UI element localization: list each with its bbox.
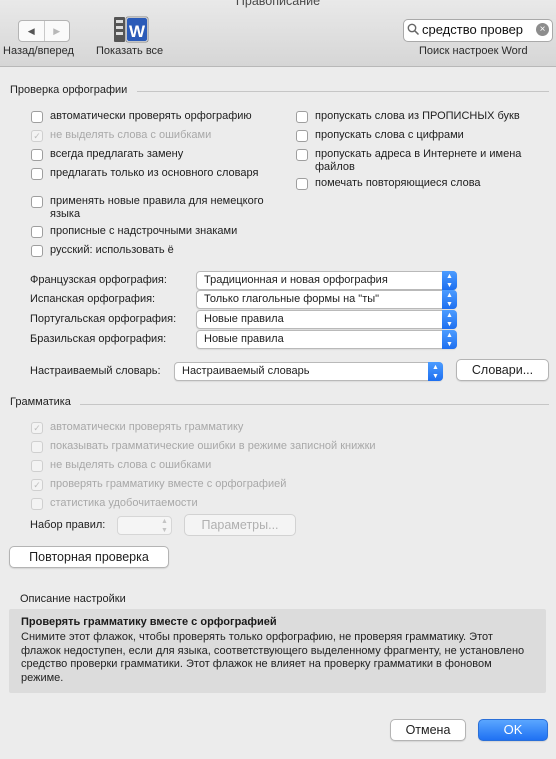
checkbox-ignore-urls[interactable]: пропускать адреса в Интернете и имена фа… xyxy=(296,148,546,174)
checkbox-box[interactable] xyxy=(31,226,43,238)
select-value: Новые правила xyxy=(204,313,284,325)
spelling-section-title: Проверка орфографии xyxy=(10,84,128,96)
checkbox-label: проверять грамматику вместе с орфографие… xyxy=(50,478,287,490)
checkbox-readability-stats: статистика удобочитаемости xyxy=(31,497,531,510)
checkbox-label: не выделять слова с ошибками xyxy=(50,459,212,471)
checkbox-german-rules[interactable]: применять новые правила для немецкого яз… xyxy=(31,195,281,221)
checkbox-label: русский: использовать ё xyxy=(50,244,174,256)
show-all-label: Показать все xyxy=(96,45,164,57)
checkbox-box[interactable] xyxy=(296,111,308,123)
spanish-spelling-label: Испанская орфография: xyxy=(30,293,156,305)
checkbox-label: всегда предлагать замену xyxy=(50,148,184,160)
checkbox-label: применять новые правила для немецкого яз… xyxy=(50,195,264,220)
spelling-section-divider xyxy=(137,91,549,92)
checkbox-ignore-numbers[interactable]: пропускать слова с цифрами xyxy=(296,129,546,142)
checkbox-accented-uppercase[interactable]: прописные с надстрочными знаками xyxy=(31,225,281,238)
description-section-title: Описание настройки xyxy=(20,593,126,605)
clear-circle-icon[interactable]: × xyxy=(536,23,549,36)
brazilian-spelling-select[interactable]: Новые правила ▲ ▼ xyxy=(196,330,457,349)
search-value[interactable]: средство провер xyxy=(422,22,523,37)
chevron-right-icon[interactable]: ▶ xyxy=(43,21,70,41)
checkbox-label: прописные с надстрочными знаками xyxy=(50,225,238,237)
checkbox-hide-grammar-errors: не выделять слова с ошибками xyxy=(31,459,531,472)
checkbox-checkmark-icon: ✓ xyxy=(31,422,43,434)
checkbox-box xyxy=(31,498,43,510)
settings-search-input[interactable]: средство провер × xyxy=(403,19,553,42)
description-panel: Проверять грамматику вместе с орфографие… xyxy=(9,609,546,693)
select-value: Традиционная и новая орфография xyxy=(204,274,388,286)
checkbox-russian-yo[interactable]: русский: использовать ё xyxy=(31,244,281,257)
checkbox-box xyxy=(31,441,43,453)
checkbox-box[interactable] xyxy=(31,111,43,123)
back-forward-control[interactable]: ◀ ▶ xyxy=(18,20,70,42)
checkbox-box[interactable] xyxy=(31,168,43,180)
checkbox-auto-grammar: ✓ автоматически проверять грамматику xyxy=(31,421,531,434)
rule-set-select: ▲ ▼ xyxy=(117,516,172,535)
up-down-chevron-icon: ▲ ▼ xyxy=(161,518,168,534)
checkbox-label: статистика удобочитаемости xyxy=(50,497,198,509)
svg-text:W: W xyxy=(129,22,146,41)
portuguese-spelling-label: Португальская орфография: xyxy=(30,313,177,325)
custom-dictionary-select[interactable]: Настраиваемый словарь ▲ ▼ xyxy=(174,362,443,381)
checkbox-box[interactable] xyxy=(296,178,308,190)
checkbox-box xyxy=(31,460,43,472)
french-spelling-select[interactable]: Традиционная и новая орфография ▲ ▼ xyxy=(196,271,457,290)
checkbox-checkmark-icon: ✓ xyxy=(31,479,43,491)
checkbox-box[interactable] xyxy=(31,245,43,257)
chevron-left-icon[interactable]: ◀ xyxy=(19,21,44,41)
checkbox-label: пропускать слова с цифрами xyxy=(315,129,464,141)
checkbox-notebook-grammar: показывать грамматические ошибки в режим… xyxy=(31,440,531,453)
grammar-section-title: Грамматика xyxy=(10,396,71,408)
checkbox-box[interactable] xyxy=(31,149,43,161)
select-value: Только глагольные формы на "ты" xyxy=(204,293,380,305)
checkbox-label: автоматически проверять орфографию xyxy=(50,110,252,122)
checkbox-always-suggest[interactable]: всегда предлагать замену xyxy=(31,148,281,161)
dictionaries-button[interactable]: Словари... xyxy=(456,359,549,381)
checkbox-box[interactable] xyxy=(296,130,308,142)
magnifier-icon xyxy=(407,23,420,36)
checkbox-label: не выделять слова с ошибками xyxy=(50,129,212,141)
checkbox-ignore-uppercase[interactable]: пропускать слова из ПРОПИСНЫХ букв xyxy=(296,110,546,123)
checkbox-label: предлагать только из основного словаря xyxy=(50,167,259,179)
up-down-chevron-icon: ▲ ▼ xyxy=(442,310,457,329)
checkbox-checkmark-icon: ✓ xyxy=(31,130,43,142)
up-down-chevron-icon: ▲ ▼ xyxy=(428,362,443,381)
description-heading: Проверять грамматику вместе с орфографие… xyxy=(21,616,277,628)
search-label: Поиск настроек Word xyxy=(419,45,528,57)
portuguese-spelling-select[interactable]: Новые правила ▲ ▼ xyxy=(196,310,457,329)
grammar-section-divider xyxy=(80,404,549,405)
word-grid-icon[interactable]: W xyxy=(113,16,149,44)
checkbox-label: помечать повторяющиеся слова xyxy=(315,177,481,189)
description-text: Снимите этот флажок, чтобы проверять тол… xyxy=(21,631,525,684)
ok-button[interactable]: OK xyxy=(478,719,548,741)
window-title: Правописание xyxy=(235,0,321,8)
recheck-button[interactable]: Повторная проверка xyxy=(9,546,169,568)
up-down-chevron-icon: ▲ ▼ xyxy=(442,290,457,309)
checkbox-label: пропускать адреса в Интернете и имена фа… xyxy=(315,148,522,173)
cancel-button[interactable]: Отмена xyxy=(390,719,466,741)
checkbox-label: автоматически проверять грамматику xyxy=(50,421,244,433)
back-forward-label: Назад/вперед xyxy=(3,45,74,57)
up-down-chevron-icon: ▲ ▼ xyxy=(442,330,457,349)
custom-dictionary-label: Настраиваемый словарь: xyxy=(30,365,161,377)
up-down-chevron-icon: ▲ ▼ xyxy=(442,271,457,290)
checkbox-label: показывать грамматические ошибки в режим… xyxy=(50,440,376,452)
rule-set-label: Набор правил: xyxy=(30,519,106,531)
checkbox-grammar-with-spelling: ✓ проверять грамматику вместе с орфограф… xyxy=(31,478,531,491)
checkbox-box[interactable] xyxy=(31,196,43,208)
checkbox-auto-spell[interactable]: автоматически проверять орфографию xyxy=(31,110,281,123)
spanish-spelling-select[interactable]: Только глагольные формы на "ты" ▲ ▼ xyxy=(196,290,457,309)
checkbox-flag-repeated[interactable]: помечать повторяющиеся слова xyxy=(296,177,546,190)
toolbar: Правописание ◀ ▶ Назад/вперед W Показать… xyxy=(0,0,556,67)
grammar-parameters-button: Параметры... xyxy=(184,514,296,536)
french-spelling-label: Французская орфография: xyxy=(30,274,167,286)
checkbox-box[interactable] xyxy=(296,149,308,161)
select-value: Новые правила xyxy=(204,333,284,345)
checkbox-hide-spelling-errors: ✓ не выделять слова с ошибками xyxy=(31,129,281,142)
checkbox-label: пропускать слова из ПРОПИСНЫХ букв xyxy=(315,110,520,122)
brazilian-spelling-label: Бразильская орфография: xyxy=(30,333,167,345)
checkbox-main-dictionary-only[interactable]: предлагать только из основного словаря xyxy=(31,167,291,180)
select-value: Настраиваемый словарь xyxy=(182,365,310,377)
